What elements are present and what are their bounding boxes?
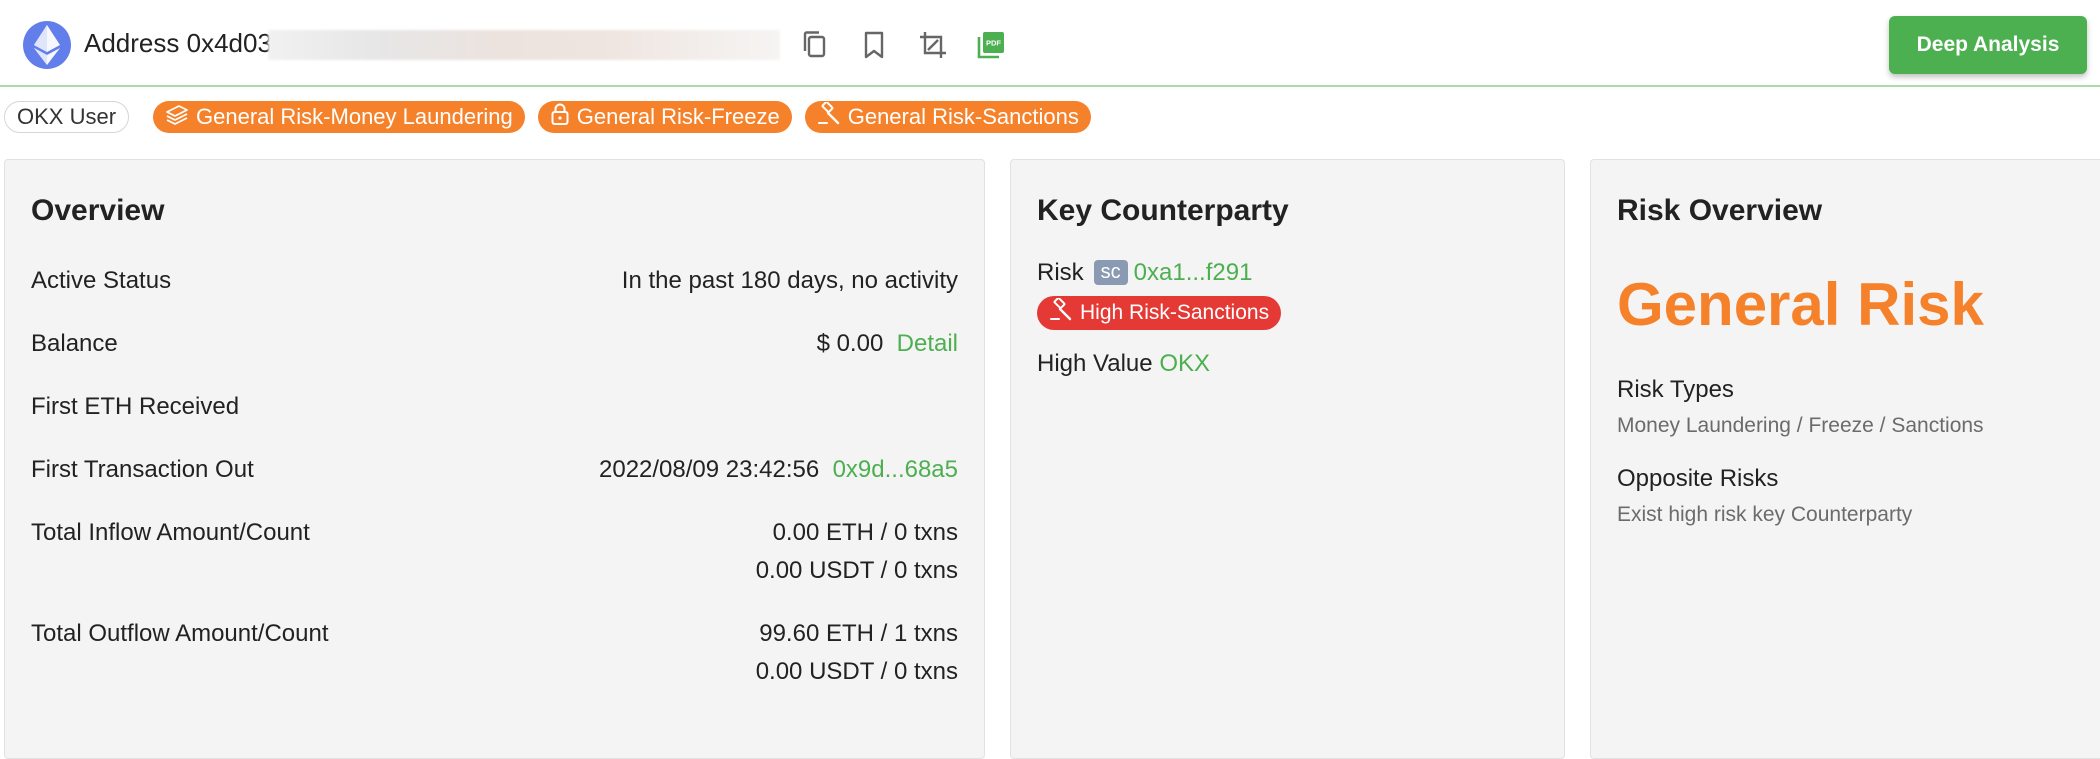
crop-icon[interactable] — [916, 28, 950, 62]
tag-okx-user[interactable]: OKX User — [4, 101, 130, 133]
inflow-label: Total Inflow Amount/Count — [31, 519, 310, 546]
active-status-value: In the past 180 days, no activity — [621, 267, 958, 294]
gavel-icon — [1049, 297, 1073, 328]
opposite-risks-label: Opposite Risks — [1617, 465, 1779, 492]
balance-row-value: $ 0.00 Detail — [817, 330, 958, 358]
pdf-icon[interactable]: PDF — [974, 28, 1008, 62]
risk-overview-title: Risk Overview — [1617, 194, 1823, 227]
first-tx-out-label: First Transaction Out — [31, 456, 254, 483]
balance-label: Balance — [31, 330, 118, 357]
tag-label: General Risk-Sanctions — [847, 104, 1079, 129]
tag-money-laundering[interactable]: General Risk-Money Laundering — [153, 101, 525, 133]
copy-icon[interactable] — [798, 28, 832, 62]
outflow-eth-value: 99.60 ETH / 1 txns — [759, 620, 958, 647]
risk-address-link[interactable]: 0xa1...f291 — [1134, 259, 1253, 286]
overview-panel: Overview Active Status In the past 180 d… — [4, 159, 985, 759]
high-risk-sanctions-badge[interactable]: High Risk-Sanctions — [1037, 296, 1282, 330]
outflow-usdt-value: 0.00 USDT / 0 txns — [755, 658, 958, 685]
first-eth-received-label: First ETH Received — [31, 393, 240, 420]
first-tx-out-hash-link[interactable]: 0x9d...68a5 — [833, 456, 958, 483]
risk-label: Risk — [1037, 259, 1084, 286]
lock-icon — [550, 102, 570, 132]
active-status-label: Active Status — [31, 267, 172, 294]
risk-types-value: Money Laundering / Freeze / Sanctions — [1617, 414, 1984, 437]
header-bar: Address 0x4d03 PDF Deep Analysis — [0, 0, 2100, 87]
opposite-risks-value: Exist high risk key Counterparty — [1617, 503, 1913, 526]
tag-sanctions[interactable]: General Risk-Sanctions — [804, 101, 1091, 133]
svg-text:PDF: PDF — [986, 39, 1001, 48]
balance-value: $ 0.00 — [816, 330, 884, 357]
tag-label: General Risk-Money Laundering — [196, 104, 513, 129]
address-label: Address 0x4d03 — [84, 28, 272, 58]
key-counterparty-title: Key Counterparty — [1037, 194, 1289, 227]
money-icon — [165, 103, 189, 131]
inflow-eth-value: 0.00 ETH / 0 txns — [772, 519, 958, 546]
risk-overview-panel: Risk Overview General Risk Risk Types Mo… — [1590, 159, 2100, 759]
badge-label: High Risk-Sanctions — [1080, 301, 1270, 324]
gavel-icon — [817, 101, 841, 132]
first-tx-out-row-value: 2022/08/09 23:42:56 0x9d...68a5 — [599, 456, 958, 484]
address-redacted-mask — [268, 30, 780, 60]
deep-analysis-button[interactable]: Deep Analysis — [1889, 16, 2087, 74]
bookmark-icon[interactable] — [857, 28, 891, 62]
risk-level: General Risk — [1617, 271, 1984, 338]
outflow-label: Total Outflow Amount/Count — [31, 620, 329, 647]
overview-title: Overview — [31, 194, 165, 227]
high-value-row: High Value OKX — [1037, 350, 1210, 378]
tag-label: General Risk-Freeze — [576, 104, 780, 129]
high-value-okx-link[interactable]: OKX — [1159, 350, 1210, 377]
balance-detail-link[interactable]: Detail — [897, 330, 958, 357]
first-tx-out-time: 2022/08/09 23:42:56 — [599, 456, 820, 483]
high-value-label: High Value — [1037, 350, 1153, 377]
tag-list: OKX User General Risk-Money Laundering G… — [4, 100, 1091, 134]
smart-contract-chip: sc — [1093, 260, 1128, 285]
eth-logo-icon — [23, 21, 71, 69]
tag-freeze[interactable]: General Risk-Freeze — [537, 101, 792, 133]
counterparty-risk-row: Risk sc 0xa1...f291 — [1037, 259, 1252, 287]
inflow-usdt-value: 0.00 USDT / 0 txns — [755, 557, 958, 584]
risk-types-label: Risk Types — [1617, 376, 1734, 403]
key-counterparty-panel: Key Counterparty Risk sc 0xa1...f291 High … — [1010, 159, 1565, 759]
